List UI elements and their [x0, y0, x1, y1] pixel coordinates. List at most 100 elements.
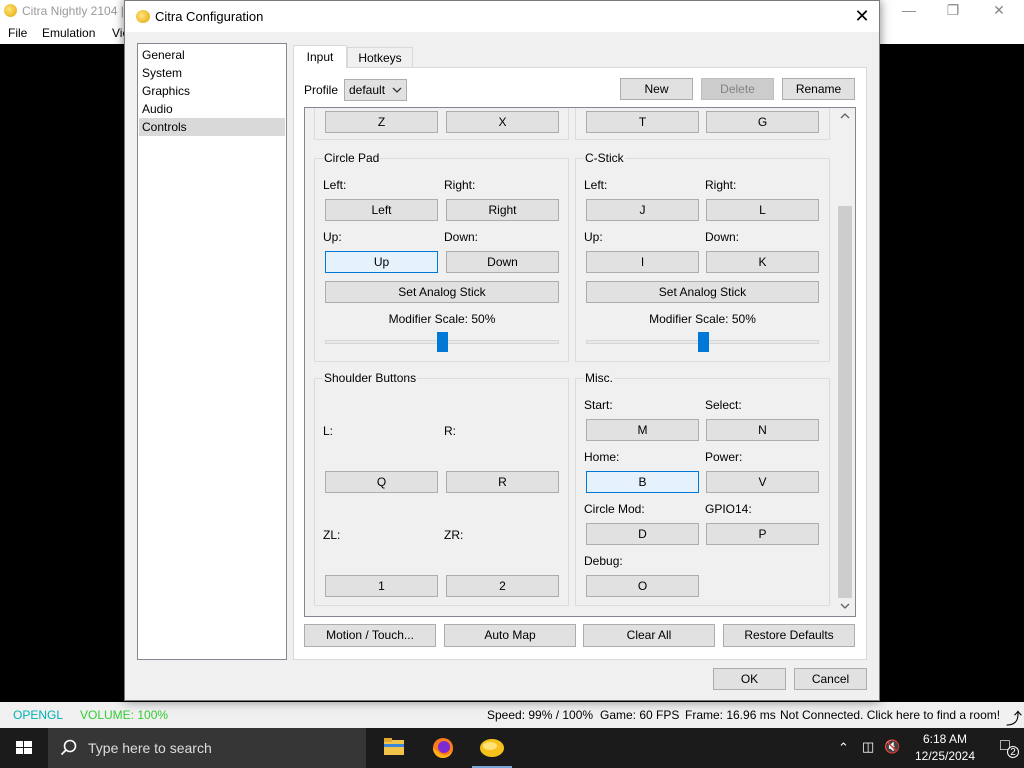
circle-pad-title: Circle Pad	[323, 151, 381, 165]
taskbar-search[interactable]: Type here to search	[48, 728, 366, 768]
network-tray-icon[interactable]: ◫	[862, 739, 874, 755]
circle-pad-analog-button[interactable]: Set Analog Stick	[325, 281, 559, 303]
start-button[interactable]	[0, 728, 48, 768]
chevron-down-icon	[392, 87, 402, 93]
shoulder-r-label: R:	[444, 424, 456, 438]
circle-pad-up-label: Up:	[323, 230, 342, 244]
windows-logo-icon	[16, 741, 32, 754]
circle-pad-right-label: Right:	[444, 178, 476, 192]
motion-touch-button[interactable]: Motion / Touch...	[304, 624, 436, 647]
citra-logo-icon	[136, 10, 150, 23]
circle-pad-modifier-label: Modifier Scale: 50%	[388, 312, 496, 326]
main-window-title: Citra Nightly 2104 |	[22, 4, 124, 18]
mapping-scroll-area[interactable]: Z X T G Circle Pad Left: Right: Left Rig…	[304, 107, 856, 617]
menu-file[interactable]: File	[8, 26, 27, 40]
clear-all-button[interactable]: Clear All	[583, 624, 715, 647]
network-icon[interactable]: ⤴	[1006, 705, 1022, 729]
misc-debug-button[interactable]: O	[586, 575, 699, 597]
c-stick-left-label: Left:	[584, 178, 608, 192]
misc-select-label: Select:	[705, 398, 742, 412]
circle-pad-down-label: Down:	[444, 230, 479, 244]
vertical-scrollbar[interactable]	[835, 108, 855, 616]
taskbar: Type here to search ⌃ ◫ 🔇 6:18 AM 12/25/…	[0, 728, 1024, 768]
misc-select-button[interactable]: N	[706, 419, 819, 441]
auto-map-button[interactable]: Auto Map	[444, 624, 576, 647]
main-close-icon[interactable]: ✕	[976, 0, 1022, 22]
profile-value: default	[349, 83, 386, 97]
show-hidden-icons-icon[interactable]: ⌃	[838, 740, 849, 756]
misc-gpio14-label: GPIO14:	[705, 502, 752, 516]
c-stick-title: C-Stick	[584, 151, 625, 165]
misc-home-label: Home:	[584, 450, 620, 464]
taskbar-explorer[interactable]	[370, 728, 418, 768]
volume-muted-icon[interactable]: 🔇	[884, 739, 900, 755]
shoulder-r-button[interactable]: R	[446, 471, 559, 493]
misc-circlemod-button[interactable]: D	[586, 523, 699, 545]
configuration-dialog: Citra Configuration ✕ General System Gra…	[124, 0, 880, 701]
dialog-titlebar: Citra Configuration ✕	[125, 1, 879, 32]
frame-status: Frame: 16.96 ms	[685, 708, 776, 722]
system-tray: ⌃ ◫ 🔇 6:18 AM 12/25/2024 □ 2	[824, 728, 1024, 768]
rename-profile-button[interactable]: Rename	[782, 78, 855, 100]
misc-gpio14-button[interactable]: P	[706, 523, 819, 545]
circle-pad-left-button[interactable]: Left	[325, 199, 438, 221]
shoulder-zl-button[interactable]: 1	[325, 575, 438, 597]
misc-start-button[interactable]: M	[586, 419, 699, 441]
misc-circlemod-label: Circle Mod:	[584, 502, 645, 516]
c-stick-modifier-thumb[interactable]	[697, 332, 709, 352]
taskbar-firefox[interactable]	[419, 728, 467, 768]
scrollbar-thumb[interactable]	[838, 206, 852, 598]
profile-label: Profile	[304, 83, 339, 97]
fps-status: Game: 60 FPS	[600, 708, 680, 722]
menu-emulation[interactable]: Emulation	[42, 26, 95, 40]
category-graphics[interactable]: Graphics	[139, 82, 285, 100]
new-profile-button[interactable]: New	[620, 78, 693, 100]
category-system[interactable]: System	[139, 64, 285, 82]
firefox-icon	[433, 738, 453, 758]
shoulder-zr-button[interactable]: 2	[446, 575, 559, 597]
ok-button[interactable]: OK	[713, 668, 786, 690]
category-general[interactable]: General	[139, 46, 285, 64]
c-stick-down-label: Down:	[705, 230, 740, 244]
category-controls[interactable]: Controls	[139, 118, 285, 136]
c-stick-left-button[interactable]: J	[586, 199, 699, 221]
misc-power-button[interactable]: V	[706, 471, 819, 493]
search-placeholder: Type here to search	[88, 740, 212, 756]
shoulder-buttons-title: Shoulder Buttons	[323, 371, 418, 385]
c-stick-right-label: Right:	[705, 178, 737, 192]
delete-profile-button[interactable]: Delete	[701, 78, 774, 100]
c-stick-down-button[interactable]: K	[706, 251, 819, 273]
clock-time[interactable]: 6:18 AM	[910, 732, 980, 746]
restore-icon[interactable]: ❐	[930, 0, 976, 22]
upper-group-left	[314, 108, 569, 140]
citra-logo-icon	[4, 4, 17, 17]
folder-icon	[384, 738, 404, 755]
citra-icon	[480, 739, 504, 757]
tab-hotkeys[interactable]: Hotkeys	[347, 47, 413, 68]
taskbar-citra[interactable]	[468, 728, 516, 768]
misc-start-label: Start:	[584, 398, 613, 412]
c-stick-modifier-label: Modifier Scale: 50%	[649, 312, 756, 326]
circle-pad-down-button[interactable]: Down	[446, 251, 559, 273]
scroll-down-icon[interactable]	[835, 599, 855, 616]
restore-defaults-button[interactable]: Restore Defaults	[723, 624, 855, 647]
category-audio[interactable]: Audio	[139, 100, 285, 118]
shoulder-zl-label: ZL:	[323, 528, 341, 542]
room-status[interactable]: Not Connected. Click here to find a room…	[780, 708, 1000, 722]
cancel-button[interactable]: Cancel	[794, 668, 867, 690]
circle-pad-up-button[interactable]: Up	[325, 251, 438, 273]
c-stick-up-button[interactable]: I	[586, 251, 699, 273]
misc-home-button[interactable]: B	[586, 471, 699, 493]
circle-pad-right-button[interactable]: Right	[446, 199, 559, 221]
clock-date[interactable]: 12/25/2024	[910, 749, 980, 763]
profile-dropdown[interactable]: default	[344, 79, 407, 101]
scroll-up-icon[interactable]	[835, 108, 855, 125]
tab-input[interactable]: Input	[293, 45, 347, 68]
dialog-close-icon[interactable]: ✕	[845, 1, 879, 31]
shoulder-l-button[interactable]: Q	[325, 471, 438, 493]
c-stick-analog-button[interactable]: Set Analog Stick	[586, 281, 819, 303]
circle-pad-modifier-thumb[interactable]	[437, 332, 448, 352]
category-list: General System Graphics Audio Controls	[137, 43, 287, 660]
minimize-icon[interactable]: —	[886, 0, 932, 22]
c-stick-right-button[interactable]: L	[706, 199, 819, 221]
